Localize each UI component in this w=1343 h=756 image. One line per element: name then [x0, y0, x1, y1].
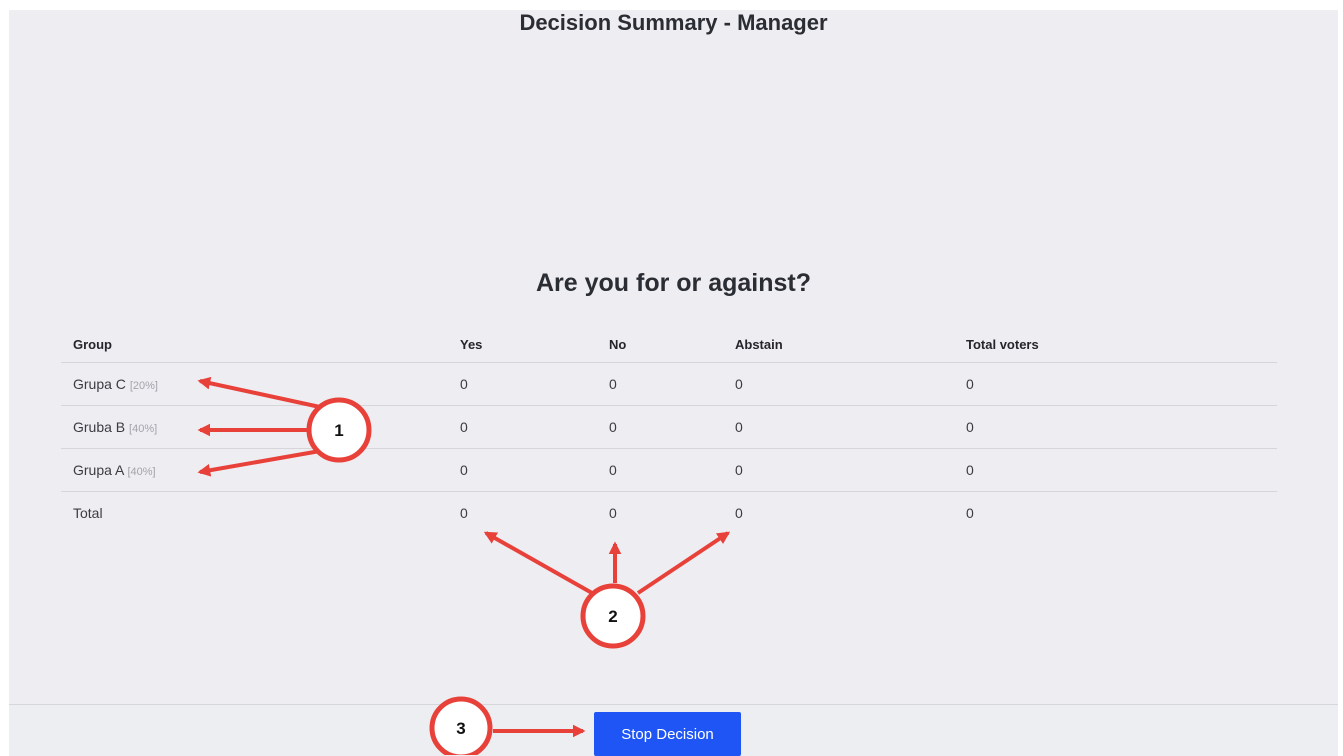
group-label: Grupa A: [73, 462, 124, 478]
group-weight: [40%]: [129, 423, 158, 435]
group-name: Gruba B [40%]: [73, 406, 157, 451]
group-name: Grupa C [20%]: [73, 363, 158, 408]
group-weight: [20%]: [129, 380, 158, 392]
header-total-voters: Total voters: [966, 337, 1039, 352]
total-yes: 0: [460, 505, 468, 521]
abstain-count: 0: [735, 419, 743, 435]
page-title: Decision Summary - Manager: [519, 10, 828, 35]
stop-decision-button[interactable]: Stop Decision: [594, 712, 741, 756]
total-voters-count: 0: [966, 376, 974, 392]
total-no: 0: [609, 505, 617, 521]
header-yes: Yes: [460, 337, 483, 352]
group-label: Gruba B: [73, 419, 126, 435]
total-label: Total: [73, 505, 103, 521]
yes-count: 0: [460, 419, 468, 435]
group-weight: [40%]: [127, 466, 156, 478]
no-count: 0: [609, 419, 617, 435]
total-voters-count: 0: [966, 462, 974, 478]
table-header-row: Group Yes No Abstain Total voters: [61, 328, 1277, 363]
total-total-voters: 0: [966, 505, 974, 521]
abstain-count: 0: [735, 376, 743, 392]
table-row: Gruba B [40%] 0 0 0 0: [61, 406, 1277, 449]
table-row: Grupa A [40%] 0 0 0 0: [61, 449, 1277, 492]
no-count: 0: [609, 462, 617, 478]
group-label: Grupa C: [73, 376, 126, 392]
yes-count: 0: [460, 376, 468, 392]
header-no: No: [609, 337, 627, 352]
results-table: Group Yes No Abstain Total voters Grupa …: [61, 328, 1277, 535]
decision-summary-page: Decision Summary - Manager Are you for o…: [9, 10, 1338, 756]
action-footer: Stop Decision: [9, 704, 1338, 756]
header-group: Group: [73, 337, 112, 352]
group-name: Grupa A [40%]: [73, 449, 156, 494]
yes-count: 0: [460, 462, 468, 478]
header-abstain: Abstain: [735, 337, 783, 352]
no-count: 0: [609, 376, 617, 392]
table-row: Grupa C [20%] 0 0 0 0: [61, 363, 1277, 406]
question-title: Are you for or against?: [535, 269, 812, 297]
total-abstain: 0: [735, 505, 743, 521]
total-voters-count: 0: [966, 419, 974, 435]
table-total-row: Total 0 0 0 0: [61, 492, 1277, 535]
abstain-count: 0: [735, 462, 743, 478]
